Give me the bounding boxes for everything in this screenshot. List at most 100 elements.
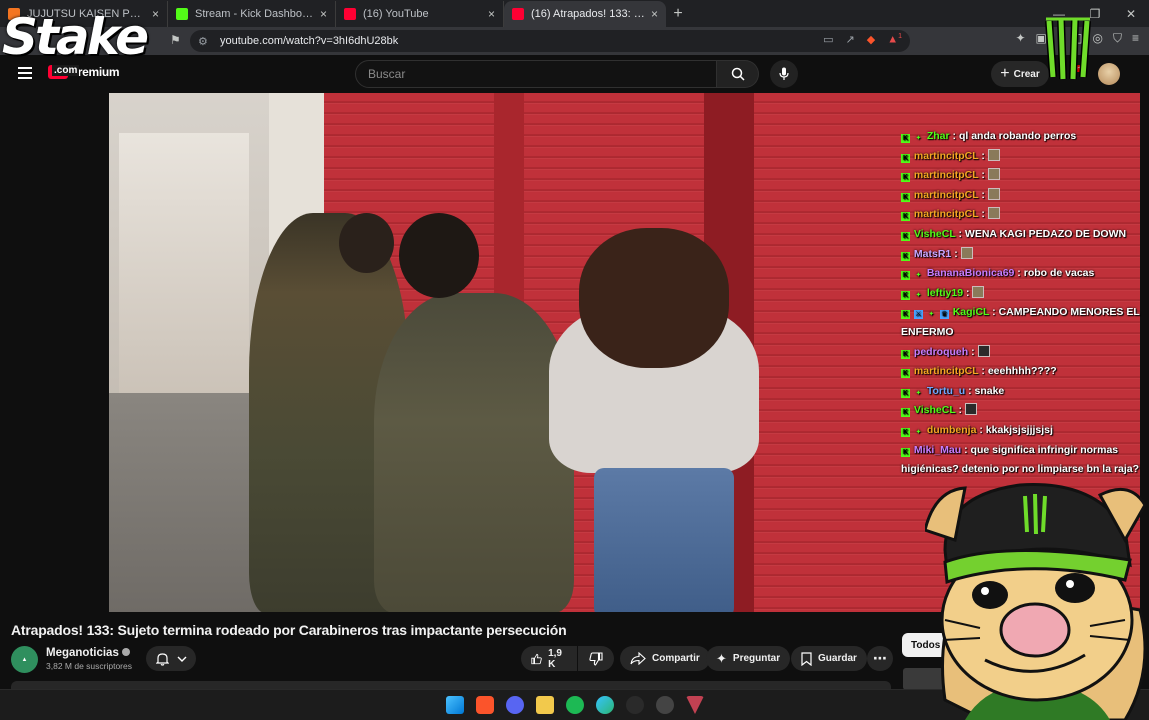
chat-username[interactable]: martincitpCL [914, 169, 979, 181]
thumbs-up-icon [531, 653, 542, 664]
chat-message: K martincitpCL : eeehhhh???? [901, 365, 1057, 379]
brave-rewards-icon[interactable]: ▲1 [887, 33, 902, 46]
kick-badge-icon: K [901, 369, 910, 379]
chat-username[interactable]: Miki_Mau [914, 444, 961, 456]
chat-username[interactable]: KagiCL [953, 306, 990, 318]
avatar[interactable] [1098, 63, 1120, 85]
microphone-icon [779, 67, 789, 80]
spotify-icon[interactable] [566, 696, 584, 714]
kick-badge-icon: K [901, 212, 910, 222]
chat-username[interactable]: martincitpCL [914, 150, 979, 162]
youtube-header: Premium Buscar + Crear 9+ [0, 55, 1149, 93]
youtube-icon [344, 8, 356, 20]
obs-icon[interactable] [626, 696, 644, 714]
stake-logo: Stake [2, 8, 149, 66]
more-actions-button[interactable]: ⋯ [867, 646, 893, 671]
save-button[interactable]: Guardar [791, 646, 867, 671]
kick-icon [176, 8, 188, 20]
brave-shield-icon[interactable]: ◆ [867, 33, 875, 46]
share-arrow-icon [630, 652, 646, 665]
vpn-icon[interactable]: ⛉ [1113, 31, 1122, 46]
chat-username[interactable]: pedroqueh [914, 346, 968, 358]
voice-search-button[interactable] [770, 60, 798, 88]
bell-icon [155, 652, 169, 666]
file-explorer-icon[interactable] [536, 696, 554, 714]
windows-start-icon[interactable] [446, 696, 464, 714]
kick-badge-icon: K [901, 310, 910, 320]
discord-icon[interactable] [506, 696, 524, 714]
brave-icon[interactable] [476, 696, 494, 714]
plus-icon: + [1000, 65, 1010, 82]
chat-message: K VisheCL : [901, 401, 1141, 421]
bookmark-icon[interactable]: ⚑ [170, 33, 181, 47]
video-officer-2 [374, 293, 574, 612]
chat-message: K martincitpCL : [901, 186, 1141, 206]
app-icon[interactable] [686, 696, 704, 714]
cast-icon[interactable]: ▭ [823, 33, 833, 46]
video-officer-1-head [339, 213, 394, 273]
video-officer-2-head [399, 213, 479, 298]
kick-badge-icon: K [901, 447, 910, 457]
site-info-icon[interactable]: ⚙ [198, 35, 210, 48]
create-button[interactable]: + Crear [991, 61, 1049, 87]
chat-username[interactable]: martincitpCL [914, 208, 979, 220]
chat-message: K ⚔ ✦ ♛ KagiCL : CAMPEANDO MENORES EL EN… [901, 306, 1140, 338]
chat-username[interactable]: Tortu_u [927, 385, 965, 397]
tab-youtube[interactable]: (16) YouTube × [336, 1, 504, 27]
chat-username[interactable]: martincitpCL [914, 365, 979, 377]
like-button[interactable]: 1,9 K [521, 646, 577, 671]
tab-atrapados[interactable]: (16) Atrapados! 133: Sujeto termina rode… [504, 1, 666, 27]
chat-text: WENA KAGI PEDAZO DE DOWN [964, 227, 1127, 240]
close-icon[interactable]: × [488, 7, 495, 21]
close-icon[interactable]: × [320, 7, 327, 21]
guide-menu-icon[interactable] [18, 67, 32, 82]
video-building [119, 133, 249, 413]
stream-chat-overlay: K ✦ Zhar : ql anda robando perros K marti… [901, 127, 1141, 480]
kick-badge-icon: K [901, 290, 910, 300]
share-button[interactable]: Compartir [620, 646, 710, 671]
close-icon[interactable]: × [152, 7, 159, 21]
new-tab-button[interactable]: + [666, 1, 690, 27]
menu-icon[interactable]: ≡ [1132, 31, 1139, 46]
cat-mascot-icon [925, 483, 1147, 720]
subscription-bell-button[interactable] [146, 646, 196, 671]
chat-username[interactable]: martincitpCL [914, 189, 979, 201]
address-bar-icons: ▭ ↗ ◆ ▲1 [823, 33, 902, 46]
chat-emote-icon [987, 148, 1000, 161]
tab-kick-dashboard[interactable]: Stream - Kick Dashboard × [168, 1, 336, 27]
wallet-icon[interactable]: ◎ [1092, 31, 1102, 46]
chat-username[interactable]: VisheCL [914, 228, 956, 240]
kick-badge-icon: K [901, 427, 910, 437]
steam-icon[interactable] [656, 696, 674, 714]
chat-username[interactable]: Zhar [927, 130, 950, 142]
chat-emote-icon [987, 168, 1000, 181]
dislike-button[interactable] [578, 646, 614, 671]
chat-username[interactable]: leftiy19 [927, 287, 963, 299]
chat-emote-icon [987, 207, 1000, 220]
address-bar[interactable]: ⚙ youtube.com/watch?v=3hI6dhU28bk ▭ ↗ ◆ … [190, 30, 910, 52]
search-button[interactable] [717, 60, 759, 88]
crown-badge-icon: ♛ [939, 310, 949, 320]
share-icon[interactable]: ↗ [846, 33, 855, 46]
extensions-icon[interactable]: ✦ [1015, 31, 1025, 46]
close-window-button[interactable]: ✕ [1113, 7, 1149, 21]
edge-icon[interactable] [596, 696, 614, 714]
close-icon[interactable]: × [651, 7, 658, 21]
kick-badge-icon: K [901, 231, 910, 241]
chat-username[interactable]: VisheCL [914, 404, 956, 416]
chat-username[interactable]: dumbenja [927, 424, 977, 436]
browser-tab-strip: JUJUTSU KAISEN Pasión - Ver en Cru × Str… [0, 0, 1149, 27]
chat-emote-icon [964, 403, 977, 416]
screen: JUJUTSU KAISEN Pasión - Ver en Cru × Str… [0, 0, 1149, 720]
channel-name[interactable]: Meganoticias [46, 647, 130, 659]
description-box[interactable] [11, 681, 891, 689]
ask-button[interactable]: ✦ Preguntar [706, 646, 791, 671]
chat-username[interactable]: MatsR1 [914, 248, 951, 260]
channel-avatar[interactable]: ▲ [11, 646, 38, 673]
kick-badge-icon: K [901, 388, 910, 398]
chat-username[interactable]: BananaBionica69 [927, 267, 1015, 279]
bookmark-save-icon [801, 651, 812, 666]
mod-badge-icon: ⚔ [913, 310, 923, 320]
chat-message: K martincitpCL : [901, 147, 1141, 167]
search-input[interactable]: Buscar [355, 60, 717, 88]
